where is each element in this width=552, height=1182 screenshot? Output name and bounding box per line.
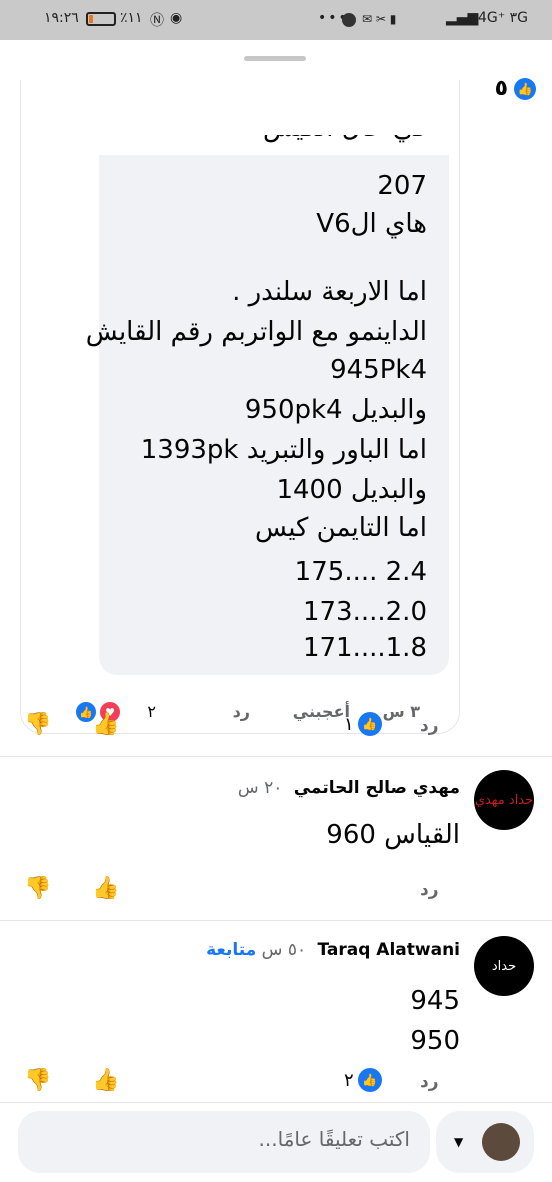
user-avatar: [482, 1123, 520, 1161]
comment-line: 945Pk4: [330, 355, 427, 385]
thread-action-row: 👎 👍 👍 ١ رد: [0, 708, 552, 744]
reply-comment-bubble[interactable]: في حال الكيس 207 هاي الV6 اما الاربعة سل…: [86, 135, 449, 675]
avatar[interactable]: حداد: [474, 936, 534, 996]
like-badge-icon: 👍: [357, 1068, 382, 1092]
commenter-name[interactable]: Taraq Alatwani: [317, 940, 460, 960]
comment-text: 950: [410, 1026, 460, 1056]
comment-composer: اكتب تعليقًا عامًا... ▼: [0, 1102, 552, 1182]
cut-off-line: في حال الكيس: [263, 135, 427, 149]
comment-line: 207: [377, 171, 427, 201]
comment-line: اما الباور والتبريد 1393pk: [140, 435, 427, 465]
network-type: 4G⁺ ۳G: [478, 10, 528, 26]
comment-placeholder: اكتب تعليقًا عامًا...: [258, 1127, 410, 1151]
clock: ١٩:٢٦: [44, 10, 79, 26]
follow-button[interactable]: متابعة: [206, 940, 256, 960]
commenter-name[interactable]: مهدي صالح الحاتمي: [294, 778, 460, 798]
comment-header: مهدي صالح الحاتمي ٢٠ س: [238, 778, 460, 798]
comment-action-row: 👎 👍 👍 ٢ رد: [0, 1064, 552, 1100]
dislike-icon[interactable]: 👎: [24, 712, 51, 737]
comment-time: ٥٠ س: [261, 940, 307, 960]
eye-icon: ◉: [170, 10, 183, 26]
like-badge-icon: 👍: [357, 712, 382, 736]
comment-time: ٢٠ س: [237, 778, 283, 798]
signal-icon: ▂▄▆: [446, 10, 479, 26]
reply-thread-box: في حال الكيس 207 هاي الV6 اما الاربعة سل…: [20, 80, 460, 734]
reply-button[interactable]: رد: [420, 880, 439, 900]
like-icon[interactable]: 👍: [92, 712, 119, 737]
avatar[interactable]: حداد مهدي: [474, 770, 534, 830]
comment-line: والبديل 1400: [276, 475, 427, 505]
drag-handle[interactable]: [244, 56, 306, 61]
post-reactions[interactable]: 👍 ٥: [495, 76, 536, 101]
likes-count: 👍 ٢: [344, 1068, 382, 1092]
dislike-icon[interactable]: 👎: [24, 876, 51, 901]
reply-button[interactable]: رد: [420, 1072, 439, 1092]
comment-line: اما التايمن كيس: [255, 513, 427, 543]
comment-line: اما الاربعة سلندر .: [232, 277, 427, 307]
comment-line: 1.8....171: [302, 633, 427, 663]
battery-icon: [86, 12, 116, 26]
comment-text: القياس 960: [326, 820, 460, 850]
divider: [0, 920, 552, 921]
like-icon: 👍: [514, 77, 536, 100]
comment-line: الداينمو مع الواتربم رقم القايش: [85, 317, 427, 347]
comment-input[interactable]: اكتب تعليقًا عامًا...: [18, 1111, 430, 1173]
reply-button[interactable]: رد: [420, 716, 439, 736]
like-icon[interactable]: 👍: [92, 876, 119, 901]
comment-line: 2.4 ....175: [294, 557, 427, 587]
dislike-icon[interactable]: 👎: [24, 1068, 51, 1093]
status-bar: ١٩:٢٦ ٪١١ Ⓝ ◉ ••• ✉ ✂ ▮ ▂▄▆ 4G⁺ ۳G: [0, 0, 552, 40]
dropdown-caret-icon: ▼: [454, 1135, 464, 1149]
notification-icons: ✉ ✂ ▮: [362, 12, 397, 26]
comment-line: والبديل 950pk4: [244, 395, 427, 425]
comment-action-row: 👎 👍 رد: [0, 872, 552, 908]
reactions-count: ٥: [494, 76, 508, 101]
comment-header: Taraq Alatwani ٥٠ س متابعة: [206, 940, 460, 960]
facebook-notification-icon: [342, 13, 356, 27]
battery-percent: ٪١١: [120, 10, 143, 26]
likes-count: 👍 ١: [344, 712, 382, 736]
nfc-icon: Ⓝ: [150, 13, 164, 29]
like-icon[interactable]: 👍: [92, 1068, 119, 1093]
comment-line: 2.0....173: [302, 597, 427, 627]
comment-line: هاي الV6: [316, 209, 427, 239]
comments-sheet: 👍 ٥ في حال الكيس 207 هاي الV6 اما الاربع…: [0, 40, 552, 1182]
profile-switcher[interactable]: ▼: [436, 1111, 534, 1173]
divider: [0, 756, 552, 757]
